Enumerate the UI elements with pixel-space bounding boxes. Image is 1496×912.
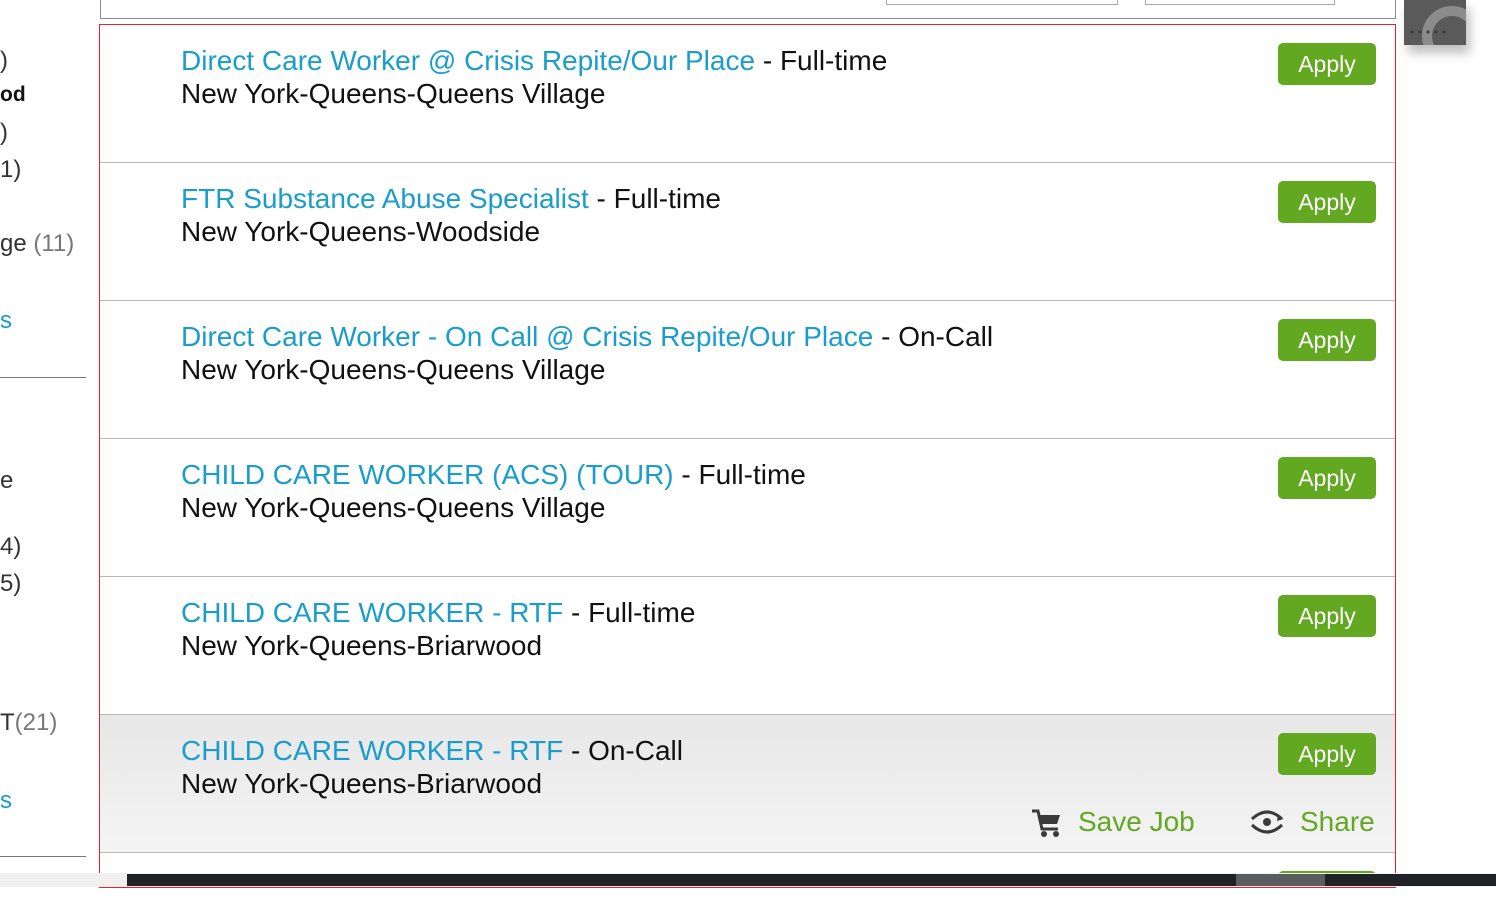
horizontal-scrollbar[interactable] <box>0 873 1496 887</box>
share-button[interactable]: Share <box>1248 805 1375 839</box>
job-title-link[interactable]: CHILD CARE WORKER - RTF <box>181 735 563 766</box>
filter-item-selected[interactable]: od <box>0 80 26 110</box>
filter-label: T <box>0 709 15 736</box>
sidebar-divider <box>0 377 86 378</box>
filter-item[interactable]: 4) <box>0 532 21 562</box>
job-heading: Direct Care Worker - On Call @ Crisis Re… <box>181 320 993 354</box>
job-row: FTR Substance Abuse Specialist - Full-ti… <box>100 163 1395 301</box>
apply-button[interactable]: Apply <box>1278 595 1376 637</box>
job-type: Full-time <box>588 597 696 628</box>
job-title-link[interactable]: Direct Care Worker @ Crisis Repite/Our P… <box>181 45 755 76</box>
job-location: New York-Queens-Woodside <box>181 216 541 247</box>
filter-sidebar: ) od ) 1) ge (11) s e 4) 5) T(21) s <box>0 0 86 912</box>
filter-label: s <box>0 787 12 814</box>
filter-label: 4) <box>0 533 22 560</box>
save-job-label: Save Job <box>1078 806 1195 837</box>
job-type: On-Call <box>588 735 683 766</box>
job-row: CHILD CARE WORKER - RTF - Full-time New … <box>100 577 1395 715</box>
filter-label: 1) <box>0 156 22 183</box>
filter-item[interactable]: e <box>0 466 13 496</box>
job-separator: - <box>588 183 614 214</box>
share-label: Share <box>1300 806 1375 837</box>
job-heading: Direct Care Worker @ Crisis Repite/Our P… <box>181 44 887 78</box>
job-location: New York-Queens-Briarwood <box>181 630 543 661</box>
filter-label: od <box>0 83 26 106</box>
job-title-link[interactable]: FTR Substance Abuse Specialist <box>181 183 589 214</box>
filter-count: (21) <box>14 709 58 736</box>
filter-label: ) <box>0 47 8 74</box>
filter-label: s <box>0 307 12 334</box>
job-title-link[interactable]: Direct Care Worker - On Call @ Crisis Re… <box>181 321 873 352</box>
job-location: New York-Queens-Queens Village <box>181 78 606 109</box>
job-type: Full-time <box>613 183 721 214</box>
apply-button[interactable]: Apply <box>1278 181 1376 223</box>
filter-label: ) <box>0 119 8 146</box>
job-row: Direct Care Worker @ Crisis Repite/Our P… <box>100 25 1395 163</box>
apply-button[interactable]: Apply <box>1278 319 1376 361</box>
filter-item[interactable]: 5) <box>0 569 21 599</box>
cart-icon <box>1030 805 1078 839</box>
filter-label: ge <box>0 230 27 257</box>
job-separator: - <box>755 45 780 76</box>
job-row-hovered: CHILD CARE WORKER - RTF - On-Call New Yo… <box>100 715 1395 853</box>
job-location: New York-Queens-Queens Village <box>181 492 606 523</box>
filter-count: (11) <box>33 230 75 257</box>
scrollbar-thumb[interactable] <box>1236 874 1325 886</box>
job-results-list: Direct Care Worker @ Crisis Repite/Our P… <box>99 24 1396 888</box>
job-heading: CHILD CARE WORKER - RTF - On-Call <box>181 734 683 768</box>
save-job-button[interactable]: Save Job <box>1030 805 1195 839</box>
apply-button[interactable]: Apply <box>1278 43 1376 85</box>
job-type: Full-time <box>698 459 806 490</box>
filter-more-link[interactable]: s <box>0 306 12 336</box>
job-separator: - <box>563 735 589 766</box>
job-title-link[interactable]: CHILD CARE WORKER - RTF <box>181 597 563 628</box>
page-size-select[interactable] <box>1145 0 1335 5</box>
job-separator: - <box>673 459 699 490</box>
job-heading: CHILD CARE WORKER - RTF - Full-time <box>181 596 695 630</box>
filter-more-link[interactable]: s <box>0 786 12 816</box>
filter-item[interactable]: T(21) <box>0 708 57 738</box>
job-type: On-Call <box>898 321 994 352</box>
job-separator: - <box>873 321 899 352</box>
apply-button[interactable]: Apply <box>1278 457 1376 499</box>
job-type: Full-time <box>779 45 888 76</box>
job-heading: FTR Substance Abuse Specialist - Full-ti… <box>181 182 721 216</box>
job-row: Direct Care Worker - On Call @ Crisis Re… <box>100 301 1395 439</box>
filter-item[interactable]: ) <box>0 118 8 148</box>
filter-label: 5) <box>0 570 22 597</box>
share-icon <box>1248 805 1300 839</box>
sidebar-divider <box>0 856 86 857</box>
job-heading: CHILD CARE WORKER (ACS) (TOUR) - Full-ti… <box>181 458 806 492</box>
filter-item[interactable]: 1) <box>0 155 21 185</box>
results-toolbar <box>100 0 1396 19</box>
filter-item[interactable]: ge (11) <box>0 229 74 259</box>
job-row: CHILD CARE WORKER (ACS) (TOUR) - Full-ti… <box>100 439 1395 577</box>
job-title-link[interactable]: CHILD CARE WORKER (ACS) (TOUR) <box>181 459 674 490</box>
job-location: New York-Queens-Queens Village <box>181 354 606 385</box>
apply-button[interactable]: Apply <box>1278 733 1376 775</box>
corner-thumbnail-image <box>1404 0 1466 45</box>
filter-item[interactable]: ) <box>0 46 8 76</box>
job-separator: - <box>563 597 589 628</box>
filter-label: e <box>0 467 14 494</box>
job-location: New York-Queens-Briarwood <box>181 768 543 799</box>
sort-select[interactable] <box>886 0 1118 5</box>
